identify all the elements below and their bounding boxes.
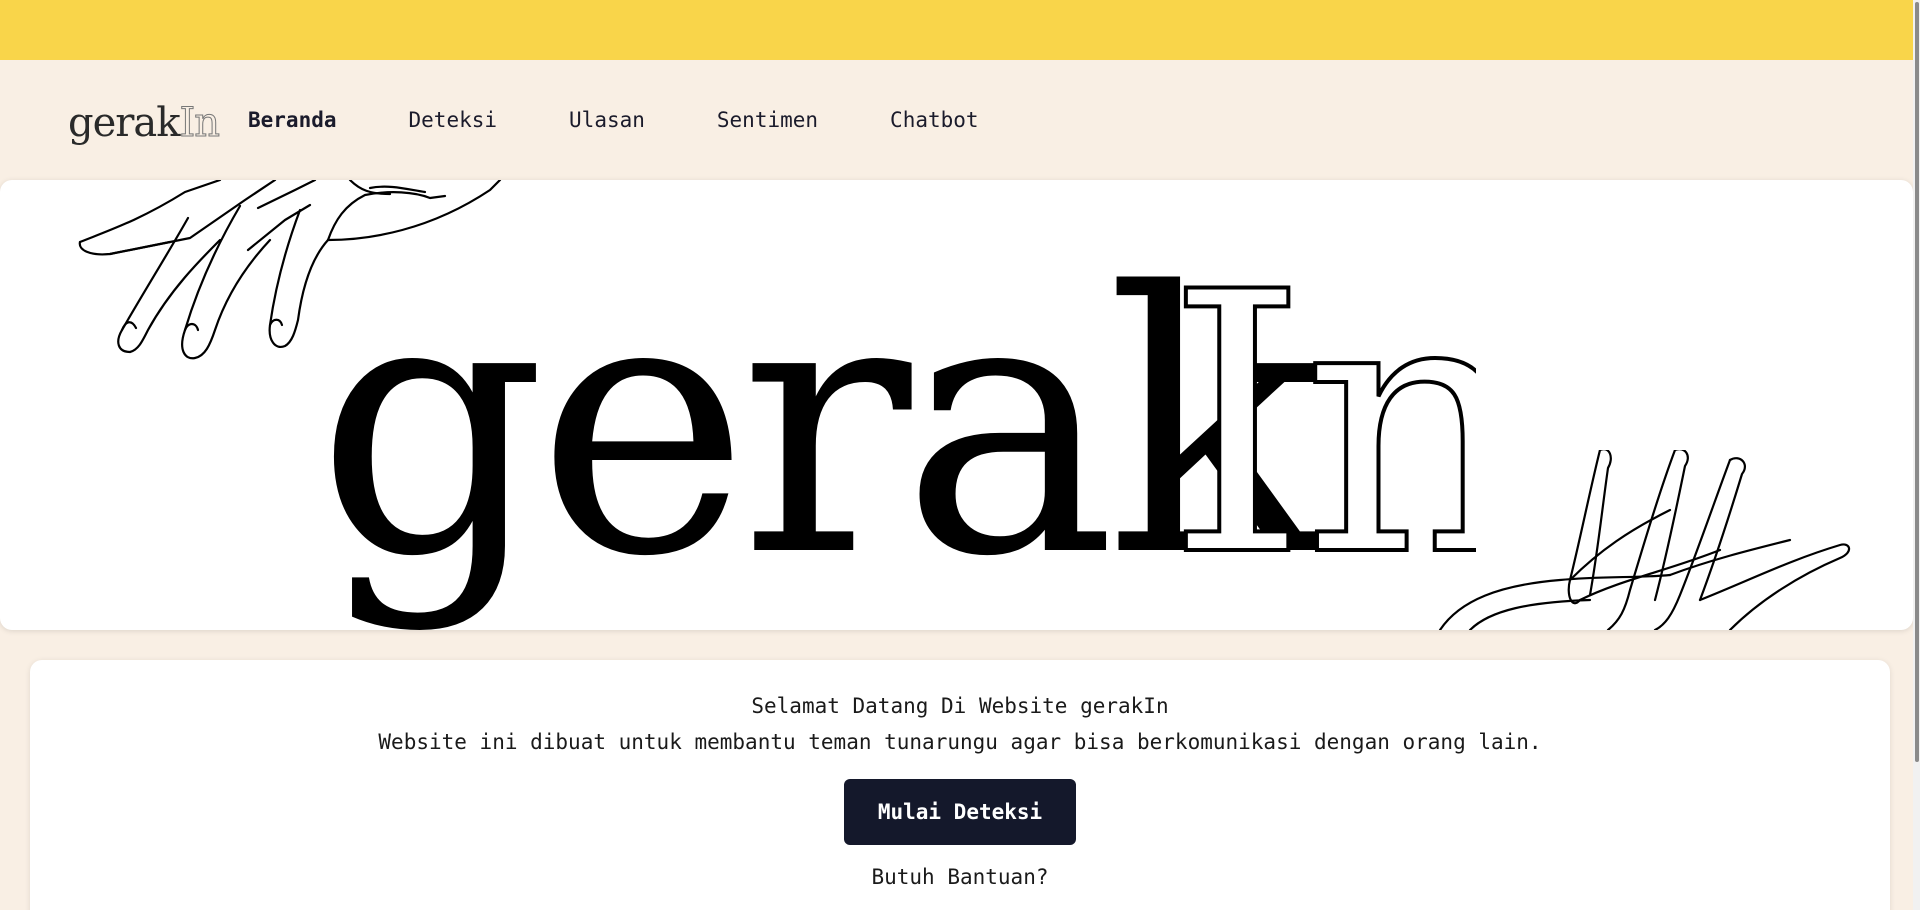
- nav-link-chatbot[interactable]: Chatbot: [890, 108, 979, 132]
- top-banner-strip: [0, 0, 1920, 60]
- hero-wordmark: gerak In: [316, 230, 1476, 630]
- hands-illustration-right-icon: [1438, 450, 1851, 630]
- navbar: gerak In Beranda Deteksi Ulasan Sentimen …: [0, 60, 1920, 180]
- help-link[interactable]: Butuh Bantuan?: [30, 865, 1890, 889]
- page: gerak In Beranda Deteksi Ulasan Sentimen …: [0, 0, 1920, 910]
- start-detection-button[interactable]: Mulai Deteksi: [844, 779, 1076, 845]
- welcome-title: Selamat Datang Di Website gerakIn: [751, 694, 1169, 718]
- welcome-card: Selamat Datang Di Website gerakIn Websit…: [30, 660, 1890, 910]
- logo-accent-text: In: [179, 100, 221, 147]
- nav-link-deteksi[interactable]: Deteksi: [409, 108, 498, 132]
- site-logo[interactable]: gerak In: [68, 100, 221, 147]
- nav-link-ulasan[interactable]: Ulasan: [569, 108, 645, 132]
- scrollbar[interactable]: [1913, 0, 1920, 910]
- hero-banner: gerak In: [0, 180, 1913, 630]
- scrollbar-thumb[interactable]: [1915, 2, 1919, 762]
- welcome-description: Website ini dibuat untuk membantu teman …: [378, 730, 1542, 754]
- logo-main-text: gerak: [68, 100, 180, 146]
- nav-link-beranda[interactable]: Beranda: [248, 108, 337, 132]
- nav-link-sentimen[interactable]: Sentimen: [717, 108, 818, 132]
- nav-links: Beranda Deteksi Ulasan Sentimen Chatbot: [248, 108, 1051, 132]
